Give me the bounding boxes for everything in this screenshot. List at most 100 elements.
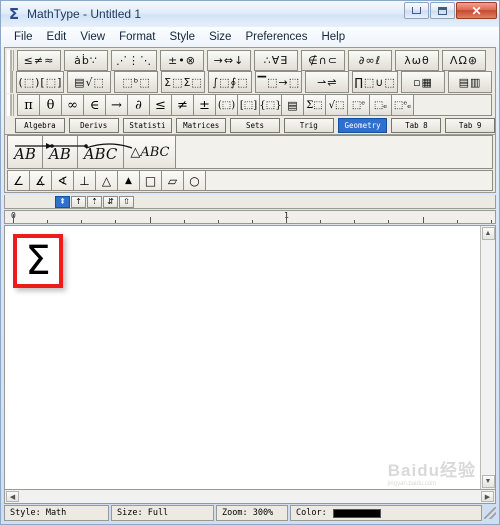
align-center-button[interactable]: ↑ [71,195,86,208]
window-controls: ✕ [403,2,497,19]
element-of-symbol[interactable]: ∈ [83,94,106,116]
integral-template[interactable]: ∫⬚∮⬚ [208,71,253,93]
resize-grip[interactable] [484,507,496,519]
parenthesis-template[interactable]: (⬚) [215,94,238,116]
status-color: Color: [290,505,482,521]
title-bar: Σ MathType - Untitled 1 ✕ [1,1,499,27]
menu-help[interactable]: Help [314,29,352,45]
bracket-template[interactable]: [⬚] [237,94,260,116]
arc-abc-template[interactable]: ABC [76,135,132,169]
sigma-logo-icon: Σ [8,5,20,23]
relations-palette[interactable]: ≤≠≈ [17,50,61,71]
scroll-right-button[interactable]: ▶ [481,491,494,502]
less-than-equal-symbol[interactable]: ≤ [149,94,172,116]
partial-derivative-symbol[interactable]: ∂ [127,94,150,116]
perpendicular-symbol[interactable]: ⊥ [73,170,96,191]
fraction-template[interactable]: ▤ [281,94,304,116]
align-equals-button[interactable]: ⇵ [103,195,118,208]
equation-canvas[interactable]: Σ Baidu经验 jingyan.baidu.com [5,226,480,489]
window-title: MathType - Untitled 1 [27,7,142,21]
arrows-palette[interactable]: →⇔↓ [207,50,251,71]
align-right-button[interactable]: ⇡ [87,195,102,208]
square-root-template[interactable]: √⬚ [325,94,348,116]
array-template[interactable]: ▤▥ [448,71,492,93]
status-bar: Style: Math Size: Full Zoom: 300% Color: [1,504,499,524]
brace-template[interactable]: {⬚} [259,94,282,116]
summation-template[interactable]: Σ⬚ [303,94,326,116]
scroll-left-button[interactable]: ◀ [6,491,19,502]
angle-symbol[interactable]: ∠ [7,170,30,191]
tab-trig[interactable]: Trig [283,118,334,133]
toolbar-grip[interactable] [7,71,14,93]
tab-9[interactable]: Tab 9 [445,118,496,133]
underbar-overbar-template[interactable]: ▔⬚→⬚ [255,71,303,93]
matrix-template[interactable]: ▫▦ [401,71,445,93]
not-equal-symbol[interactable]: ≠ [171,94,194,116]
menu-format[interactable]: Format [112,29,162,45]
tab-algebra[interactable]: Algebra [15,118,65,133]
greek-lowercase-palette[interactable]: λωθ [395,50,439,71]
scroll-down-button[interactable]: ▼ [481,475,495,488]
right-arrow-symbol[interactable]: → [105,94,128,116]
parallelogram-symbol[interactable]: ▱ [161,170,184,191]
subscript-template[interactable]: ⬚ₑ [369,94,392,116]
symbol-toolbar-row-2: (⬚)[⬚] ▤√⬚ ⬚ᵇ⬚ Σ⬚Σ⬚ ∫⬚∮⬚ ▔⬚→⬚ ⇀⇌ ∏⬚∪⬚ ▫▦… [5,71,495,93]
theta-symbol[interactable]: θ [39,94,62,116]
color-swatch[interactable] [332,508,381,518]
pi-symbol[interactable]: π [17,94,40,116]
vertical-scrollbar[interactable]: ▲ ▼ [480,226,495,489]
logic-palette[interactable]: ∴∀∃ [254,50,298,71]
align-decimal-button[interactable]: ⇧ [119,195,134,208]
tab-matrices[interactable]: Matrices [176,118,227,133]
toolbar-grip[interactable] [7,50,14,71]
maximize-button[interactable] [430,2,455,19]
menu-file[interactable]: File [7,29,40,45]
menu-size[interactable]: Size [202,29,238,45]
horizontal-scrollbar[interactable]: ◀ ▶ [4,490,496,504]
subscript-superscript-template[interactable]: ⬚ᵇ⬚ [114,71,159,93]
status-size: Size: Full [111,505,214,521]
menu-view[interactable]: View [73,29,112,45]
tab-sets[interactable]: Sets [230,118,280,133]
close-button[interactable]: ✕ [456,2,497,19]
palette-tab-strip: Algebra Derivs Statisti Matrices Sets Tr… [5,118,496,133]
circle-symbol[interactable]: ○ [183,170,206,191]
menu-edit[interactable]: Edit [40,29,74,45]
product-set-template[interactable]: ∏⬚∪⬚ [352,71,398,93]
plus-minus-symbol[interactable]: ± [193,94,216,116]
menu-style[interactable]: Style [163,29,203,45]
fences-template[interactable]: (⬚)[⬚] [16,71,65,93]
misc-symbols-palette[interactable]: ∂∞ℓ [348,50,392,71]
subsuperscript-template[interactable]: ⬚ᵉₑ [391,94,414,116]
horizontal-ruler[interactable]: 0 1 [4,210,496,224]
superscript-template[interactable]: ⬚ᵉ [347,94,370,116]
triangle-filled-symbol[interactable]: ▲ [117,170,140,191]
tab-statistics[interactable]: Statisti [122,118,173,133]
menu-preferences[interactable]: Preferences [238,29,314,45]
tab-8[interactable]: Tab 8 [391,118,442,133]
infinity-symbol[interactable]: ∞ [61,94,84,116]
spaces-dots-palette[interactable]: ⋰⋮⋱ [111,50,157,71]
fraction-radical-template[interactable]: ▤√⬚ [67,71,112,93]
accents-palette[interactable]: ȧḃ∵ [64,50,108,71]
square-symbol[interactable]: □ [139,170,162,191]
tab-derivs[interactable]: Derivs [68,118,119,133]
alignment-button-row: ⇞ ↑ ⇡ ⇵ ⇧ [4,195,496,209]
operators-palette[interactable]: ±•⊗ [160,50,204,71]
vector-ab-template[interactable]: AB [7,135,52,169]
set-theory-palette[interactable]: ∉∩⊂ [301,50,345,71]
align-left-button[interactable]: ⇞ [55,195,70,208]
triangle-outline-symbol[interactable]: △ [95,170,118,191]
scroll-up-button[interactable]: ▲ [481,227,495,240]
symbol-toolbar: ≤≠≈ ȧḃ∵ ⋰⋮⋱ ±•⊗ →⇔↓ ∴∀∃ ∉∩⊂ ∂∞ℓ λωθ ΛΩ⊛ … [4,47,496,135]
measured-angle-symbol[interactable]: ∡ [29,170,52,191]
greek-uppercase-palette[interactable]: ΛΩ⊛ [442,50,486,71]
tab-geometry[interactable]: Geometry [337,118,388,133]
toolbar-grip[interactable] [7,94,14,116]
minimize-button[interactable] [404,2,429,19]
spherical-angle-symbol[interactable]: ∢ [51,170,74,191]
geometry-palette-row-2: ∠ ∡ ∢ ⊥ △ ▲ □ ▱ ○ [5,170,495,191]
labeled-arrow-template[interactable]: ⇀⇌ [305,71,350,93]
selected-symbol-highlight[interactable]: Σ [13,234,63,288]
summation-template[interactable]: Σ⬚Σ⬚ [161,71,206,93]
